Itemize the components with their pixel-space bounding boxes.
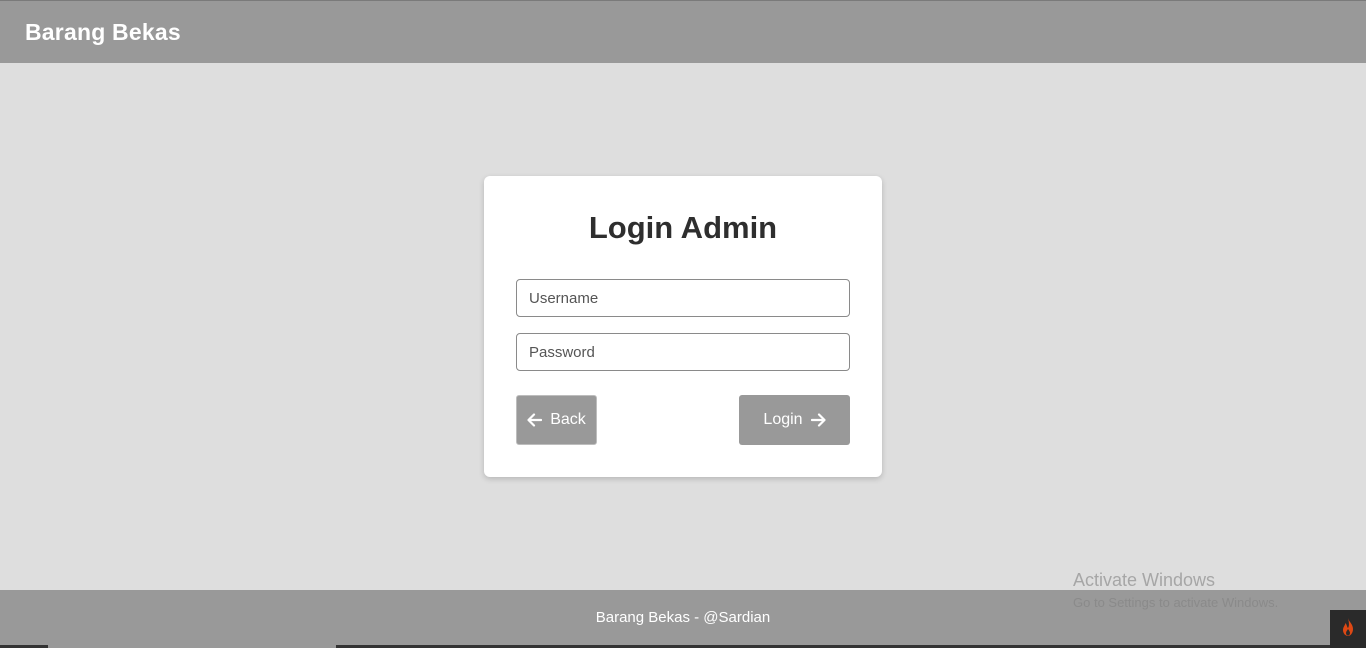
login-card: Login Admin Back Login bbox=[484, 176, 882, 477]
activate-windows-title: Activate Windows bbox=[1073, 570, 1216, 590]
arrow-left-icon bbox=[527, 413, 550, 427]
back-button[interactable]: Back bbox=[516, 395, 597, 445]
login-button-label: Login bbox=[763, 411, 803, 428]
back-button-label: Back bbox=[550, 411, 586, 428]
password-input[interactable] bbox=[516, 333, 850, 371]
debug-toolbar-toggle[interactable] bbox=[1330, 610, 1366, 648]
flame-icon bbox=[1340, 617, 1356, 642]
login-title: Login Admin bbox=[588, 210, 778, 245]
footer-text: Barang Bekas - @Sardian bbox=[595, 609, 771, 626]
activate-windows-subtitle: Go to Settings to activate Windows. bbox=[1073, 595, 1279, 610]
top-navbar: Barang Bekas bbox=[0, 0, 1366, 63]
arrow-right-icon bbox=[803, 413, 826, 427]
username-input[interactable] bbox=[516, 279, 850, 317]
login-button[interactable]: Login bbox=[739, 395, 850, 445]
brand-link[interactable]: Barang Bekas bbox=[25, 19, 181, 46]
